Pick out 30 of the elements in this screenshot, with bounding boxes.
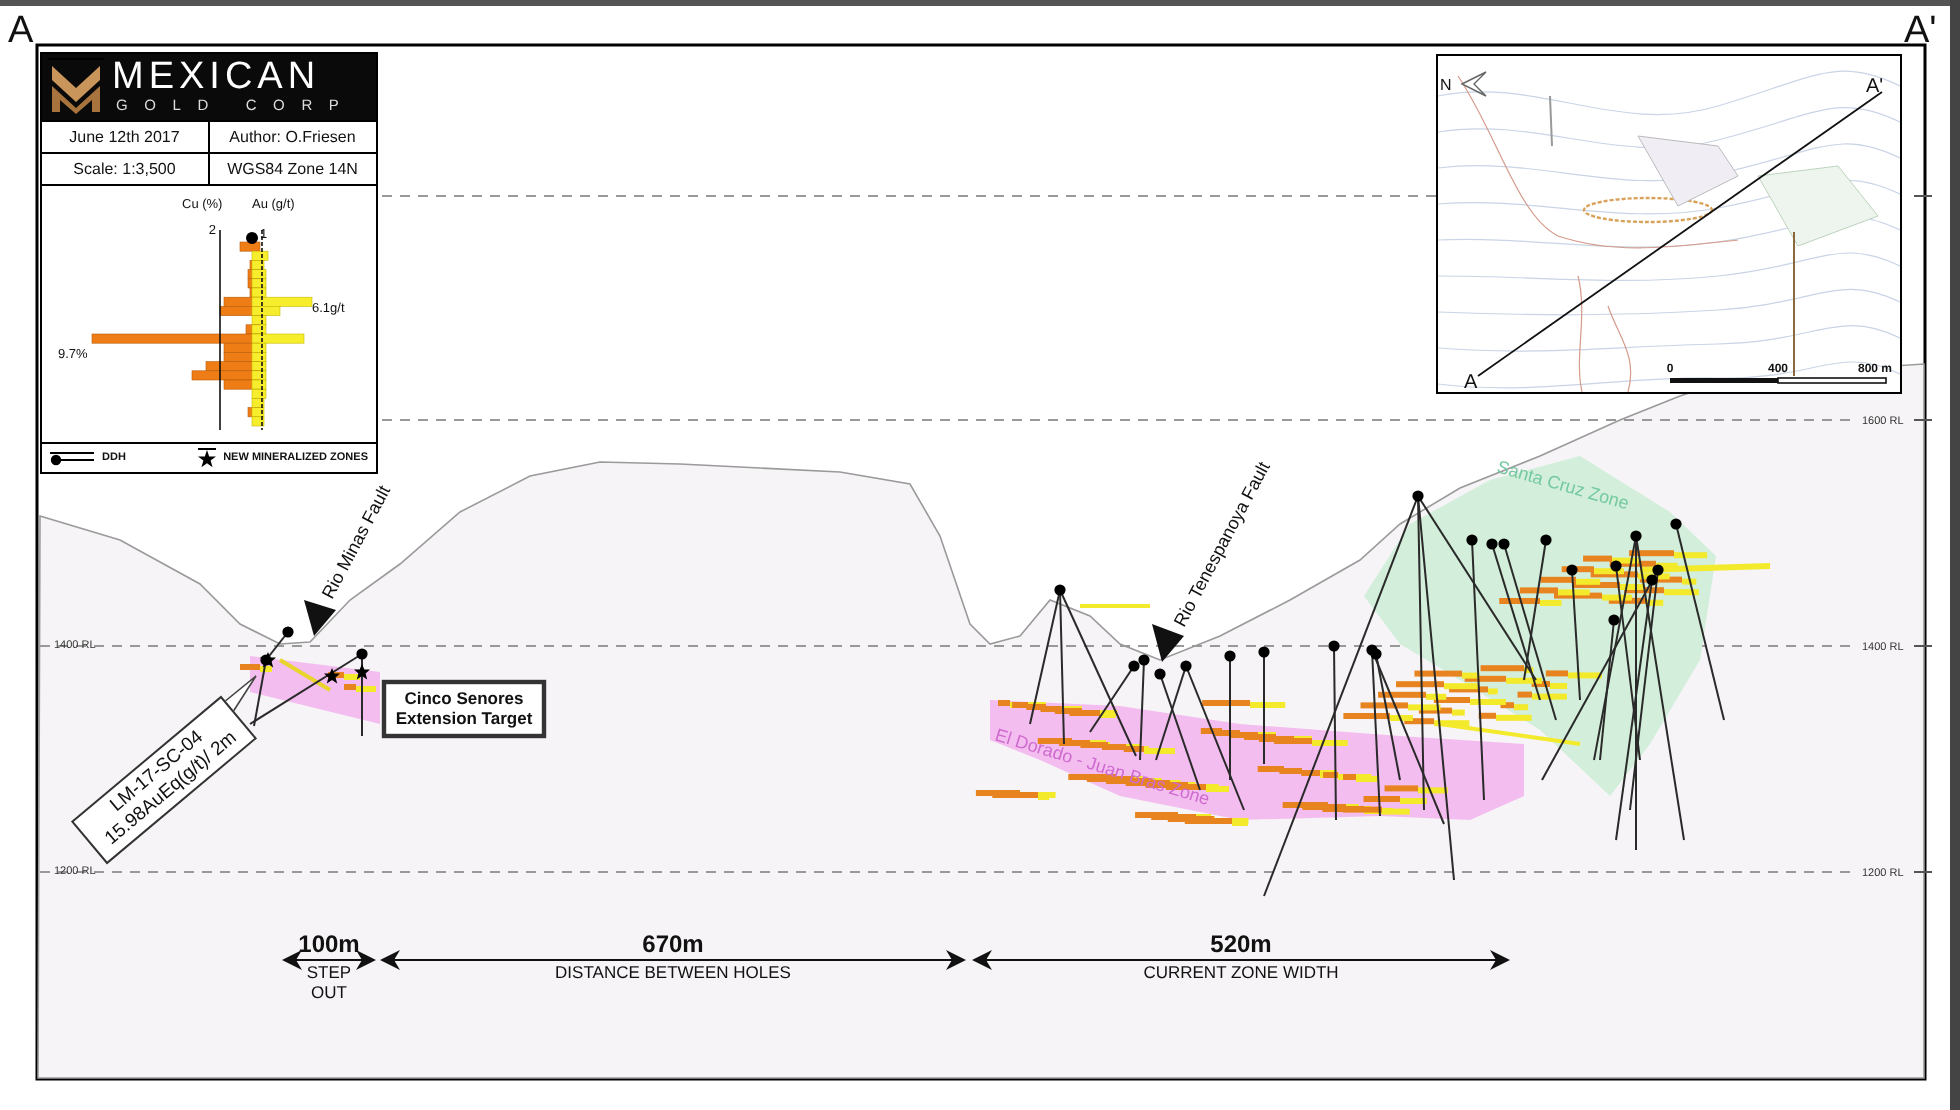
zone-label: El Dorado - Juan Bras Zone bbox=[992, 724, 1213, 810]
star-icon bbox=[197, 448, 216, 468]
section-end-label: A bbox=[1464, 372, 1478, 392]
section-end-label: A bbox=[8, 10, 34, 52]
north-label: N bbox=[1440, 76, 1452, 94]
logo-text: MEXICAN bbox=[112, 58, 321, 96]
section-end-label: A' bbox=[1866, 76, 1884, 98]
dimension-value: 100m bbox=[298, 932, 360, 958]
callout-text: Extension Target bbox=[395, 708, 533, 728]
fault-arrow-icon bbox=[304, 600, 336, 636]
zone-label: Santa Cruz Zone bbox=[1494, 456, 1632, 514]
info-cell: Author: O.Friesen bbox=[209, 120, 376, 152]
dimension-caption: STEP OUT bbox=[304, 962, 354, 1002]
dimension-arrow bbox=[282, 950, 376, 970]
dimension-value: 670m bbox=[642, 932, 704, 958]
dimension-caption: CURRENT ZONE WIDTH bbox=[1143, 962, 1339, 982]
dimension-caption: DISTANCE BETWEEN HOLES bbox=[555, 962, 791, 982]
drill-hole-icon bbox=[50, 451, 94, 465]
info-cell: Scale: 1:3,500 bbox=[42, 152, 209, 184]
elevation-tick bbox=[1913, 871, 1933, 873]
info-cell: WGS84 Zone 14N bbox=[209, 152, 376, 184]
callout-text: Cinco Senores bbox=[404, 688, 524, 708]
elevation-tick bbox=[1913, 195, 1933, 197]
section-end-label: A' bbox=[1904, 10, 1937, 52]
elevation-tick bbox=[1913, 645, 1933, 647]
north-arrow-icon bbox=[1460, 71, 1487, 97]
fault-arrow-icon bbox=[1152, 624, 1184, 662]
info-cell: June 12th 2017 bbox=[42, 120, 209, 152]
elevation-tick bbox=[1913, 419, 1933, 421]
dimension-value: 520m bbox=[1210, 932, 1272, 958]
